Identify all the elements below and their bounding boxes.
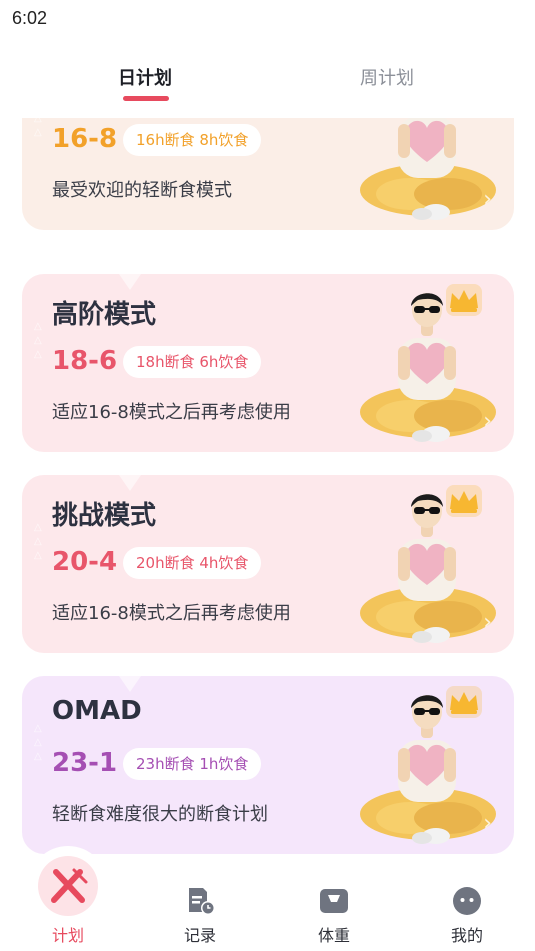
plan-card-list[interactable]: △△△ 16-8 16h断食 8h饮食 最受欢迎的轻断食模式 › △△△ 高阶模…: [0, 118, 535, 858]
record-icon: [189, 888, 215, 915]
card-ratio: 16-8: [52, 124, 118, 154]
fork-knife-icon: [38, 856, 98, 916]
crown-icon: [446, 686, 482, 718]
plan-card-16-8[interactable]: △△△ 16-8 16h断食 8h饮食 最受欢迎的轻断食模式 ›: [22, 118, 514, 230]
nav-label: 我的: [450, 926, 483, 945]
card-title: 高阶模式: [52, 300, 157, 330]
nav-item-record[interactable]: 记录: [160, 858, 240, 951]
card-decoration: △△△: [34, 522, 42, 561]
status-bar: 6:02: [0, 0, 535, 40]
plan-card-18-6[interactable]: △ △ △ 高阶模式 18-6 18h断食 6h饮食 适应16-8模式之后再考虑使用…: [22, 274, 514, 452]
card-schedule-pill: 23h断食 1h饮食: [123, 748, 262, 780]
plan-card-20-4[interactable]: △ △ △ 挑战模式 20-4 20h断食 4h饮食 适应16-8模式之后再考虑使用…: [22, 475, 514, 653]
chevron-right-icon: ›: [483, 811, 492, 836]
chevron-right-icon: ›: [483, 610, 492, 635]
tab-weekly-plan[interactable]: 周计划: [360, 64, 414, 90]
bottom-nav: 计划 记录 体重 我的: [0, 846, 535, 951]
card-schedule-pill: 18h断食 6h饮食: [123, 346, 262, 378]
plan-card-omad[interactable]: △ △ △ OMAD 23-1 23h断食 1h饮食 轻断食难度很大的断食计划 ›: [22, 676, 514, 854]
chevron-right-icon: ›: [483, 409, 492, 434]
profile-icon: [453, 887, 481, 915]
nav-label: 计划: [51, 926, 84, 945]
card-schedule-pill: 16h断食 8h饮食: [123, 124, 262, 156]
nav-label: 记录: [183, 926, 216, 945]
card-description: 适应16-8模式之后再考虑使用: [52, 402, 291, 423]
card-title: OMAD: [52, 696, 142, 726]
card-decoration: △△△: [34, 118, 42, 138]
card-schedule-pill: 20h断食 4h饮食: [123, 547, 262, 579]
crown-icon: [446, 284, 482, 316]
scale-icon: [320, 889, 348, 913]
card-description: 适应16-8模式之后再考虑使用: [52, 603, 291, 624]
tab-daily-plan[interactable]: 日计划: [118, 64, 172, 90]
card-notch: [119, 676, 141, 692]
nav-item-profile[interactable]: 我的: [427, 858, 507, 951]
nav-label: 体重: [317, 926, 350, 945]
card-description: 轻断食难度很大的断食计划: [52, 804, 268, 825]
chevron-right-icon: ›: [483, 187, 492, 212]
plan-tabs: 日计划 周计划: [0, 48, 535, 110]
crown-icon: [446, 485, 482, 517]
person-illustration: [360, 118, 496, 220]
card-ratio: 20-4: [52, 547, 118, 577]
card-description: 最受欢迎的轻断食模式: [52, 180, 232, 201]
card-decoration: △△△: [34, 321, 42, 360]
card-notch: [119, 475, 141, 491]
nav-item-weight[interactable]: 体重: [294, 858, 374, 951]
tab-active-indicator: [123, 96, 169, 101]
card-notch: [119, 274, 141, 290]
card-ratio: 23-1: [52, 748, 118, 778]
card-ratio: 18-6: [52, 346, 118, 376]
card-title: 挑战模式: [52, 501, 157, 531]
status-time: 6:02: [12, 8, 48, 28]
card-decoration: △△△: [34, 723, 42, 762]
nav-item-plan[interactable]: 计划: [28, 856, 108, 951]
